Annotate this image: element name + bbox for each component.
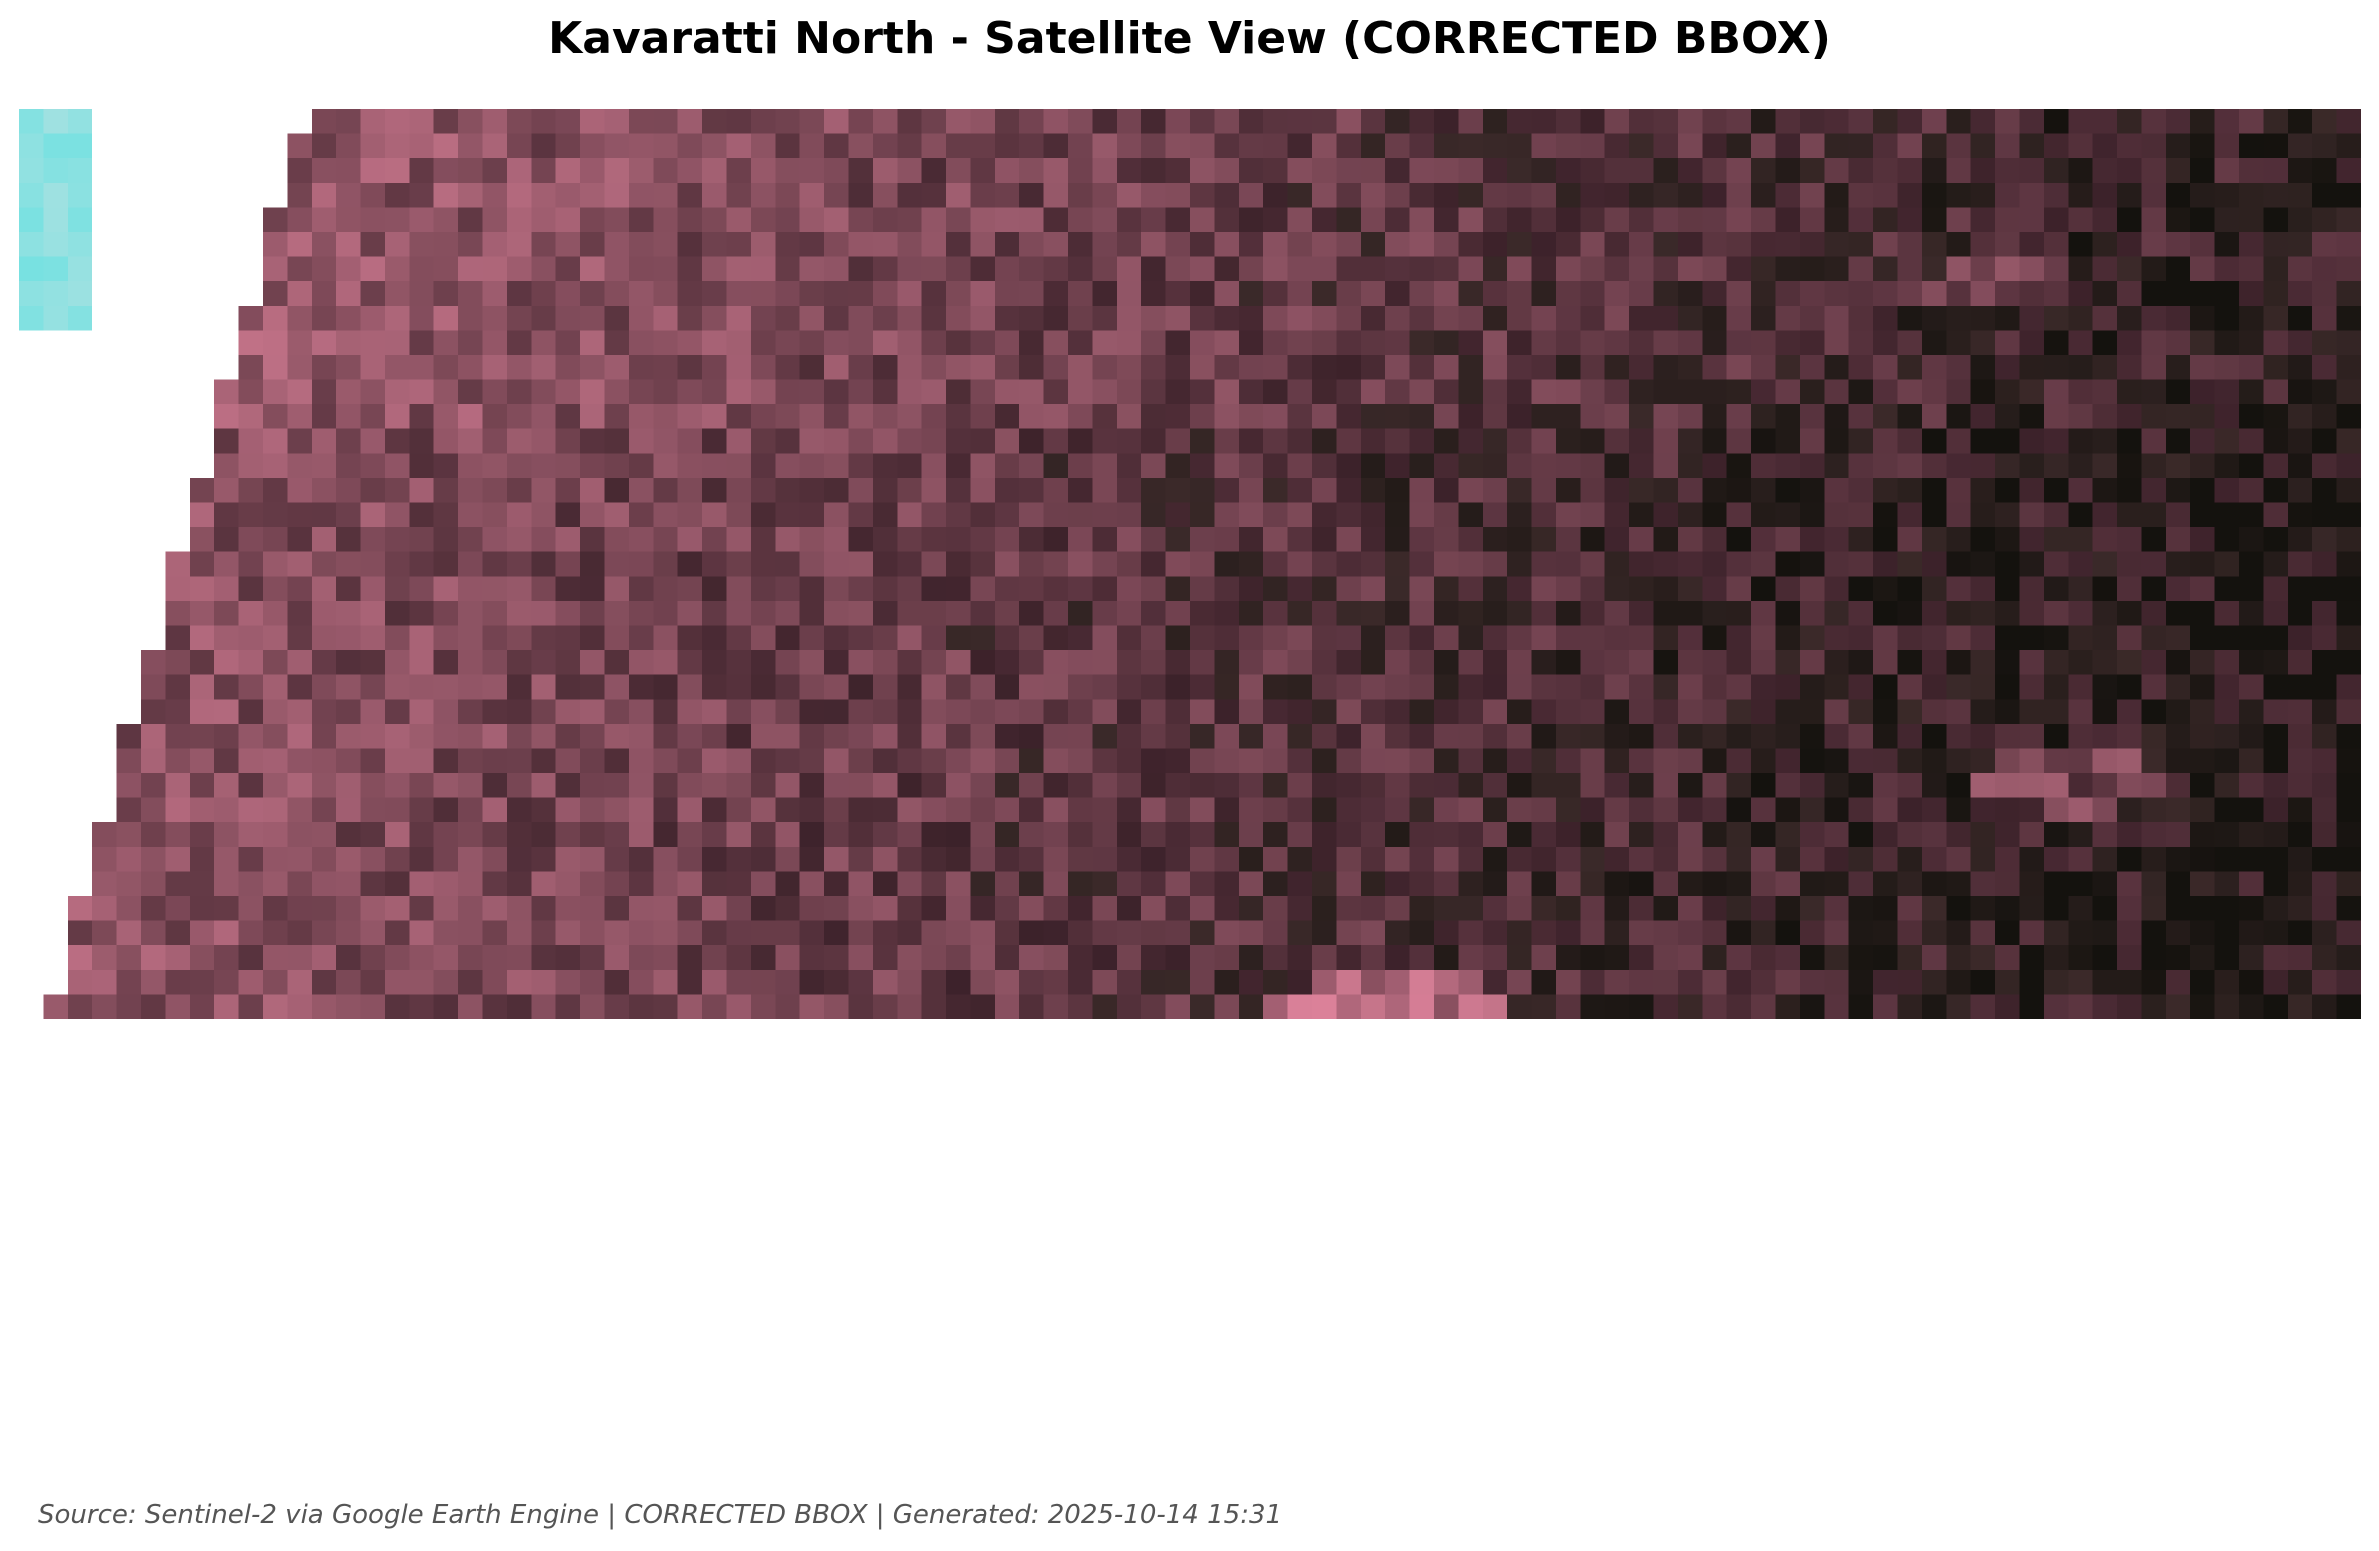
source-caption: Source: Sentinel-2 via Google Earth Engi… — [38, 1500, 1283, 1530]
satellite-image — [19, 109, 2361, 1019]
satellite-raster — [19, 109, 2361, 1019]
figure-title: Kavaratti North - Satellite View (CORREC… — [548, 13, 1831, 64]
